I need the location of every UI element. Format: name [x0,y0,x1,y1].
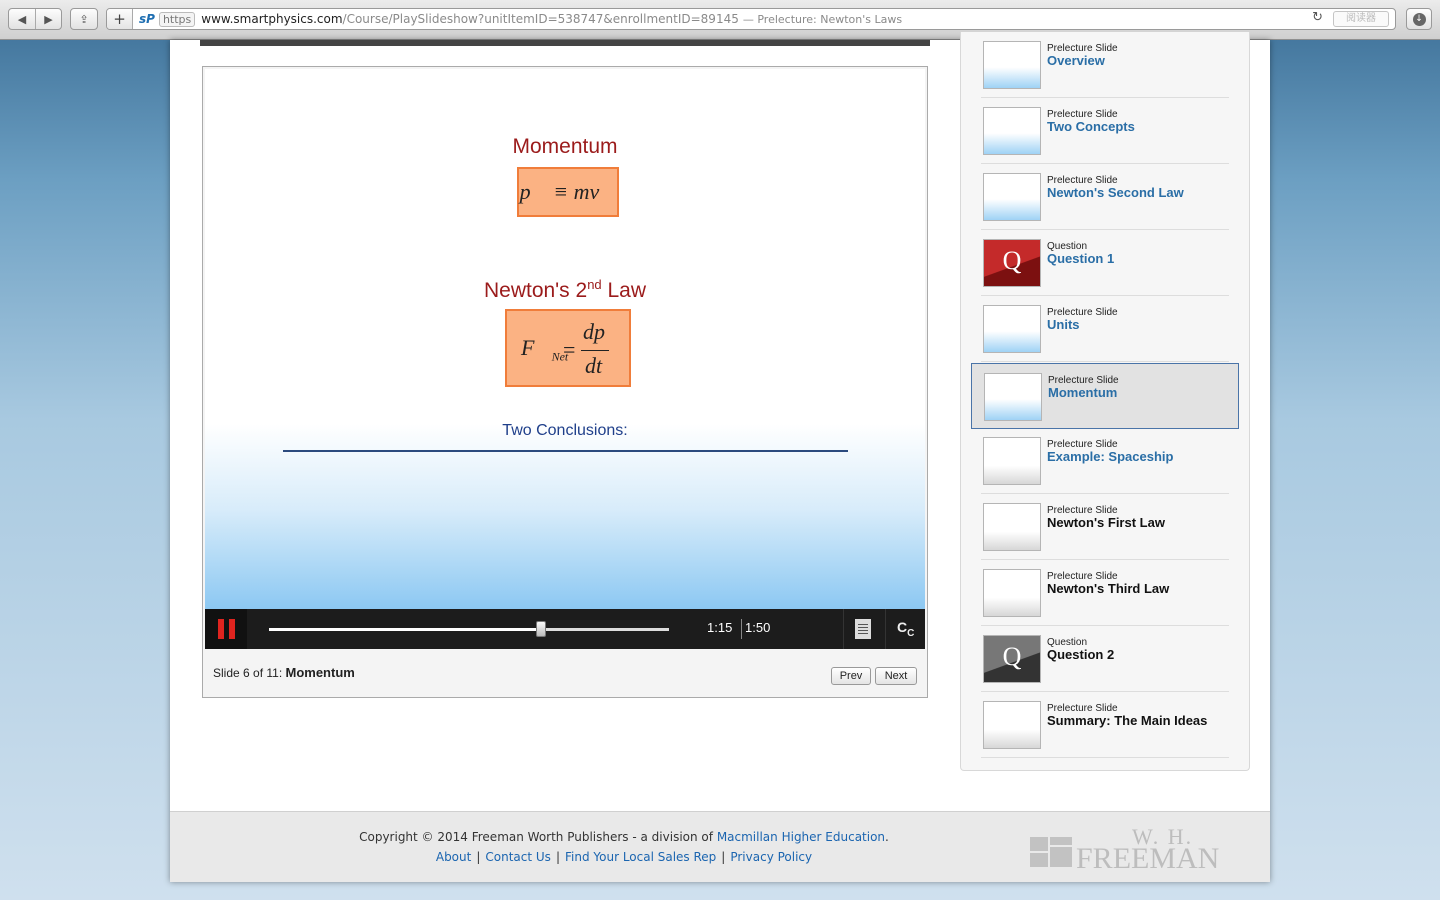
sidebar-slide-item[interactable]: Prelecture Slide Momentum [971,363,1239,429]
question-icon: Q [1002,642,1022,671]
progress-fill [269,628,541,631]
slide-title-label: Example: Spaceship [1047,449,1174,464]
notes-icon[interactable] [855,619,871,639]
slide-position: Slide 6 of 11: Momentum [213,665,355,680]
slide-thumbnail [983,305,1041,353]
slide-title-label: Newton's Second Law [1047,185,1184,200]
sidebar-slide-item[interactable]: Prelecture Slide Summary: The Main Ideas [981,692,1229,758]
slide-thumbnail [983,173,1041,221]
share-button[interactable]: ⇪ [70,8,98,30]
slide-thumbnail [983,437,1041,485]
pause-button[interactable] [205,609,247,649]
slide-thumbnail [983,569,1041,617]
site-favicon-icon: sP [139,12,155,26]
formula-numerator: dp⃗ [583,319,623,344]
question-icon: Q [1002,246,1022,275]
slide-thumbnail [983,107,1041,155]
control-divider [885,609,886,649]
slide-thumbnail: Q [983,635,1041,683]
slide-title-label: Question 2 [1047,647,1115,662]
sidebar-slide-item[interactable]: Prelecture Slide Newton's First Law [981,494,1229,560]
about-link[interactable]: About [436,850,471,864]
sidebar-slide-item[interactable]: Prelecture Slide Two Concepts [981,98,1229,164]
slide-title-label: Summary: The Main Ideas [1047,713,1208,728]
logo-blocks-icon [1030,837,1072,867]
sales-rep-link[interactable]: Find Your Local Sales Rep [565,850,716,864]
slide-title-label: Two Concepts [1047,119,1135,134]
sidebar-slide-item[interactable]: Prelecture Slide Newton's Second Law [981,164,1229,230]
forward-icon[interactable]: ▶ [35,9,61,29]
slide-thumbnail: Q [983,239,1041,287]
download-icon: ↓ [1412,12,1426,26]
slide-title-label: Overview [1047,53,1105,68]
momentum-formula: p⃗ ≡ mv⃗ [517,167,619,217]
add-bookmark-icon[interactable]: + [107,9,133,29]
slide-title-label: Newton's Third Law [1047,581,1170,596]
slide-canvas: Momentum p⃗ ≡ mv⃗ Newton's 2nd Law F⃗Net… [205,69,925,609]
formula-denominator: dt [585,353,603,378]
wh-freeman-logo: W. H. FREEMAN [1030,824,1230,875]
sidebar-slide-item[interactable]: Q Question Question 1 [981,230,1229,296]
https-badge: https [158,11,196,27]
slide-thumbnail [983,503,1041,551]
formula-equals: = [563,337,576,362]
fraction-bar [581,350,609,351]
nav-buttons: ◀ ▶ [8,8,62,30]
closed-captions-icon[interactable]: CC [897,619,914,639]
total-time: 1:50 [745,620,771,635]
formula-force: F⃗Net [521,335,569,364]
privacy-policy-link[interactable]: Privacy Policy [730,850,812,864]
prev-button[interactable]: Prev [831,667,871,685]
slide-title-label: Units [1047,317,1080,332]
sidebar-slide-item[interactable]: Q Question Question 2 [981,626,1229,692]
page-container: Momentum p⃗ ≡ mv⃗ Newton's 2nd Law F⃗Net… [170,32,1270,882]
footer-links: About | Contact Us | Find Your Local Sales R… [435,850,813,864]
macmillan-link[interactable]: Macmillan Higher Education [717,830,885,844]
player-controls: 1:15 1:50 CC [205,609,925,649]
pause-icon [217,619,224,639]
contact-us-link[interactable]: Contact Us [485,850,551,864]
back-icon[interactable]: ◀ [9,9,35,29]
current-slide-title: Momentum [285,665,355,680]
address-bar[interactable]: + sP https www.smartphysics.com/Course/P… [106,8,1396,30]
slide-title-label: Momentum [1048,385,1118,400]
slide-thumbnail [984,373,1042,421]
downloads-button[interactable]: ↓ [1406,8,1432,30]
url-domain: www.smartphysics.com [201,12,343,26]
sidebar-slide-item[interactable]: Prelecture Slide Newton's Third Law [981,560,1229,626]
slideshow-player: Momentum p⃗ ≡ mv⃗ Newton's 2nd Law F⃗Net… [202,66,928,698]
sidebar-slide-item[interactable]: Prelecture Slide Overview [981,32,1229,98]
pause-icon [228,619,235,639]
slide-list-sidebar: Prelecture Slide Overview Prelecture Slide… [960,32,1250,771]
current-time: 1:15 [707,620,733,635]
slide-thumbnail [983,41,1041,89]
page-title: — Prelecture: Newton's Laws [742,12,903,26]
newton-law-formula: F⃗Net = dp⃗ dt [505,309,631,387]
slide-thumbnail [983,701,1041,749]
footer: Copyright © 2014 Freeman Worth Publisher… [170,811,1270,882]
sidebar-slide-item[interactable]: Prelecture Slide Units [981,296,1229,362]
control-divider [843,609,844,649]
time-separator [741,619,742,639]
slide-title-label: Newton's First Law [1047,515,1165,530]
sidebar-slide-item[interactable]: Prelecture Slide Example: Spaceship [981,428,1229,494]
share-icon: ⇪ [79,12,89,26]
header-strip [200,40,930,46]
progress-track[interactable] [269,621,669,637]
copyright-text: Copyright © 2014 Freeman Worth Publisher… [359,830,889,844]
url-path: /Course/PlaySlideshow?unitItemID=538747&… [342,12,739,26]
conclusions-heading: Two Conclusions: [502,422,628,439]
newton-law-heading: Newton's 2nd Law [483,277,647,302]
momentum-heading: Momentum [512,135,618,158]
reader-button[interactable]: 阅读器 [1333,11,1389,27]
next-button[interactable]: Next [875,667,917,685]
slide-title-label: Question 1 [1047,251,1115,266]
reload-icon[interactable]: ↻ [1312,10,1323,25]
progress-handle[interactable] [536,621,546,637]
conclusions-divider [283,450,848,452]
